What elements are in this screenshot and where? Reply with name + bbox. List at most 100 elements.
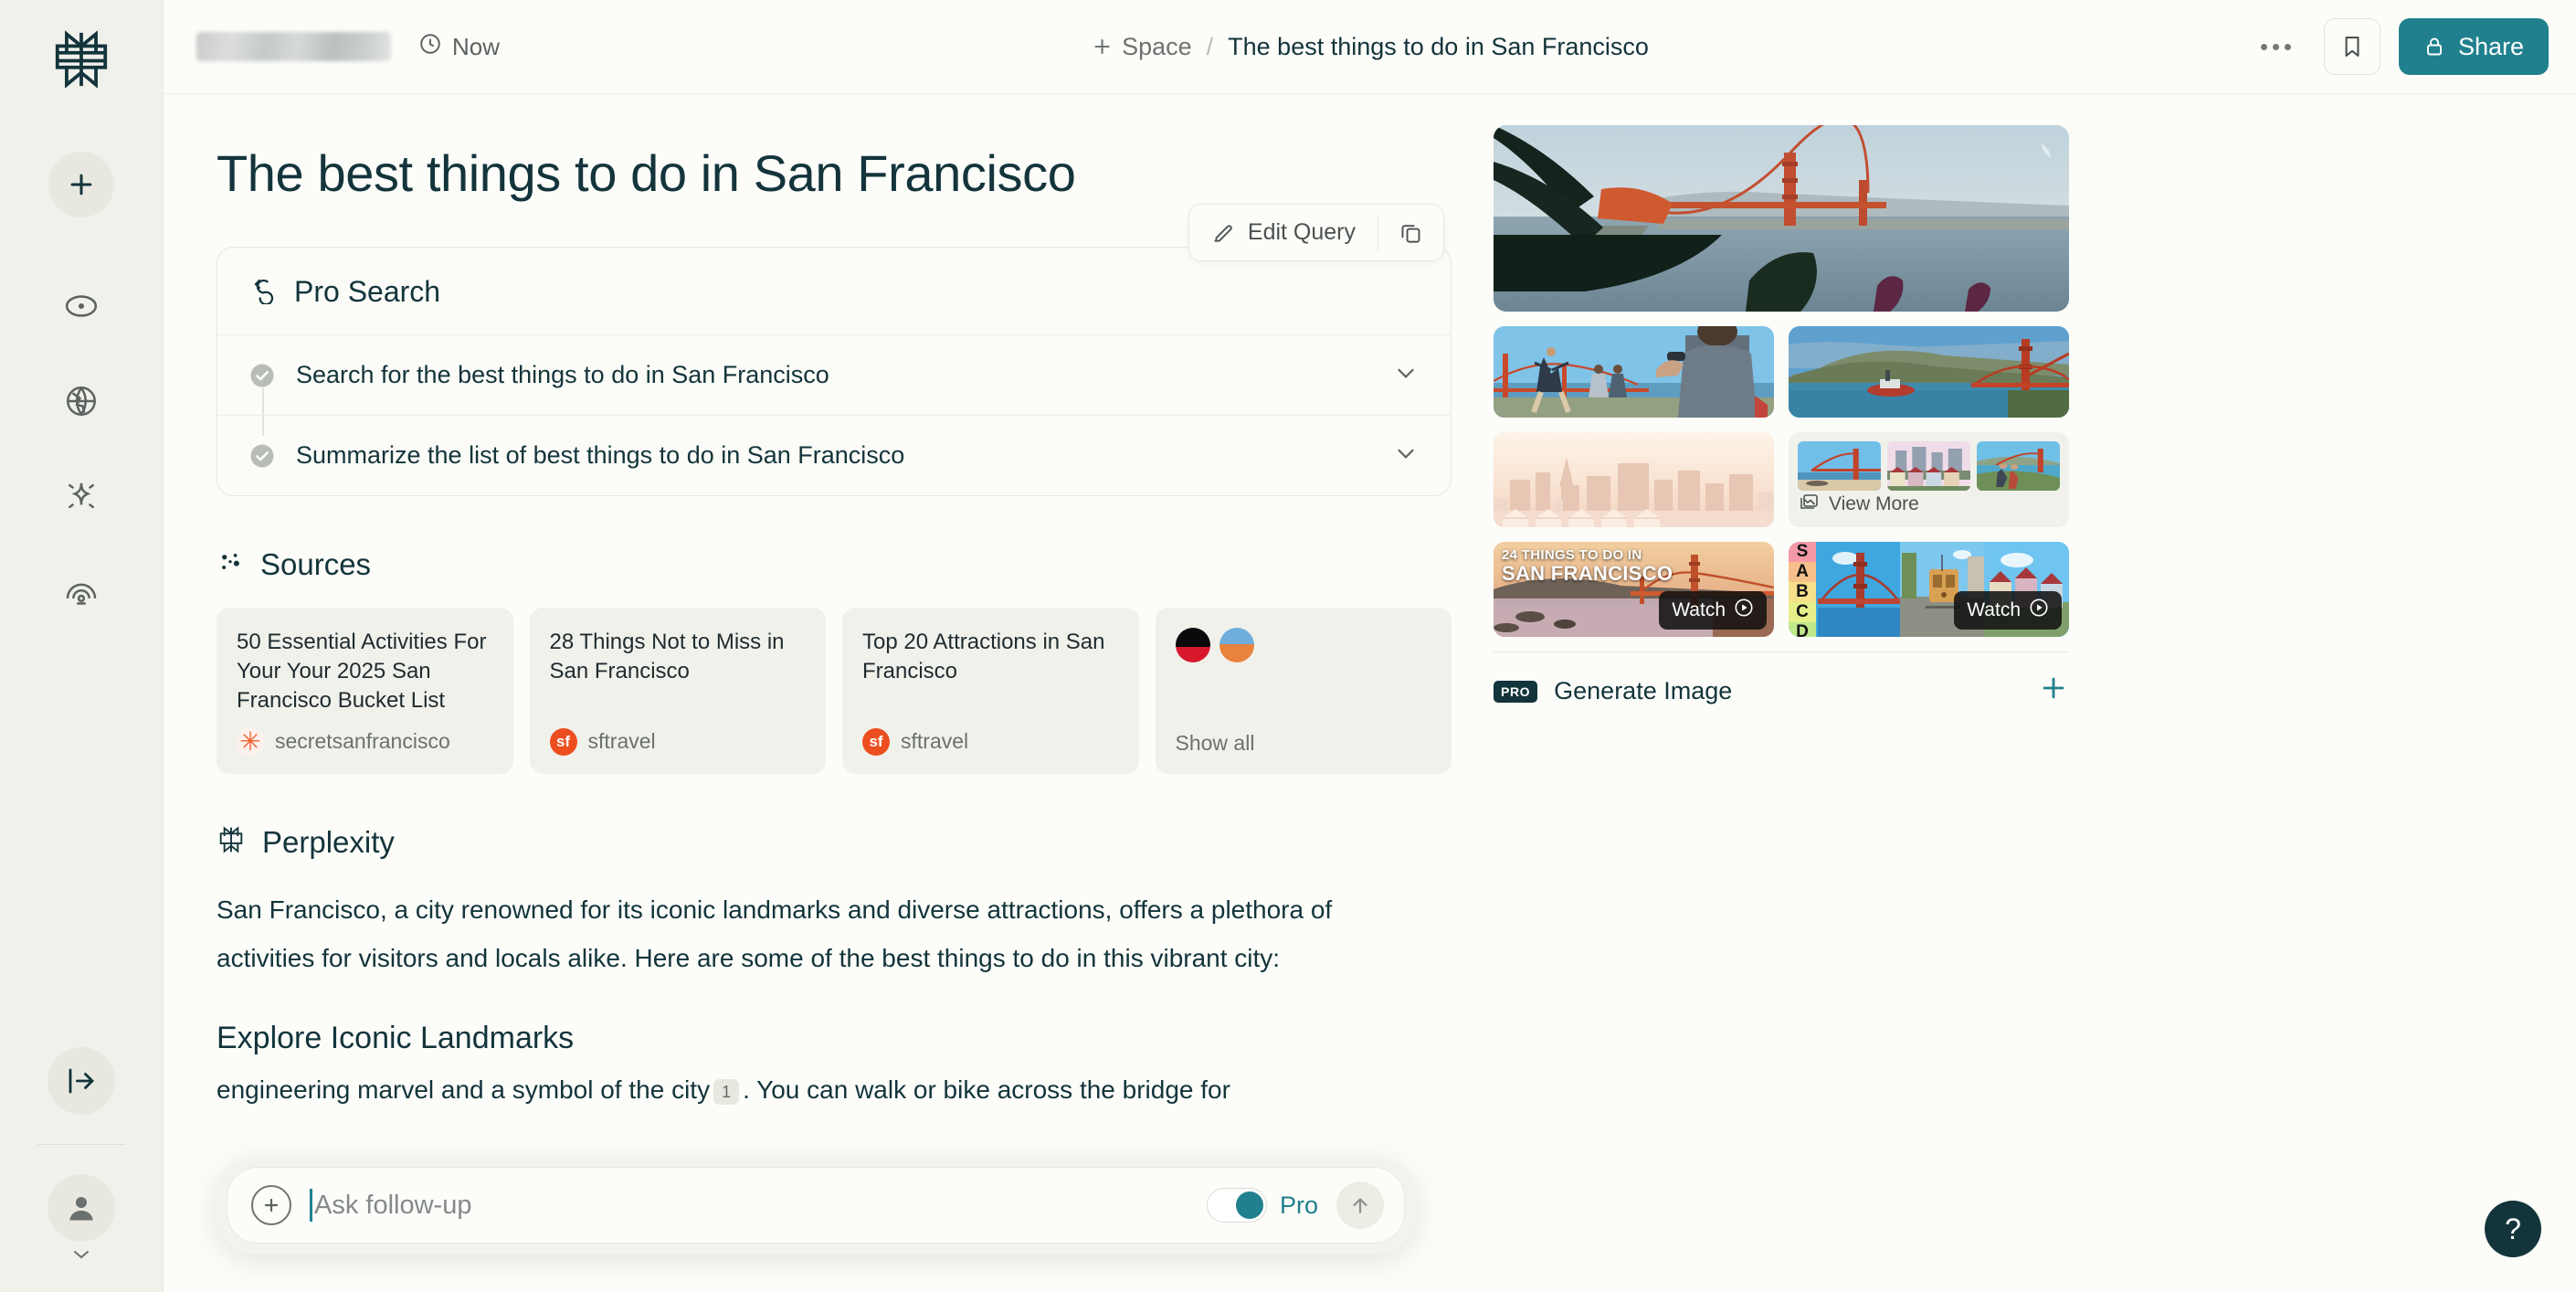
media-tile[interactable] xyxy=(1494,432,1774,527)
source-title: 50 Essential Activities For Your Your 20… xyxy=(237,630,487,713)
sidebar-nav xyxy=(57,281,106,616)
citation-badge[interactable]: 1 xyxy=(713,1078,740,1105)
watch-button[interactable]: Watch xyxy=(1954,591,2062,630)
share-button[interactable]: Share xyxy=(2398,18,2549,75)
globe-discover-icon[interactable] xyxy=(57,376,106,426)
sources-list: 50 Essential Activities For Your Your 20… xyxy=(216,608,1452,774)
pro-search-step[interactable]: Search for the best things to do in San … xyxy=(217,334,1451,436)
video-grid: 24 THINGS TO DO IN SAN FRANCISCO Watch S… xyxy=(1494,542,2069,637)
view-more-card[interactable]: View More xyxy=(1789,432,2069,527)
edit-query-button[interactable]: Edit Query xyxy=(1189,205,1378,260)
user-avatar-icon[interactable] xyxy=(48,1174,115,1242)
sidebar-bottom xyxy=(0,1047,163,1292)
library-icon[interactable] xyxy=(57,567,106,616)
pro-search-step-label: Search for the best things to do in San … xyxy=(296,361,829,388)
text-caret xyxy=(310,1189,312,1222)
copy-icon[interactable] xyxy=(1378,206,1443,259)
submit-button[interactable] xyxy=(1336,1181,1384,1229)
view-more-thumbs xyxy=(1798,441,2060,491)
pro-toggle-label: Pro xyxy=(1279,1191,1318,1219)
sources-header: Sources xyxy=(216,547,1452,582)
timestamp-label: Now xyxy=(452,32,501,60)
arrow-up-icon xyxy=(1353,1198,1367,1213)
perplexity-logo-icon[interactable] xyxy=(46,24,117,95)
source-title: Top 20 Attractions in San Francisco xyxy=(862,630,1105,683)
media-column: View More 24 THINGS TO DO IN SAN FRANCIS… xyxy=(1494,125,2069,1292)
topbar: Now Space / The best things to do in San… xyxy=(164,0,2576,94)
source-card[interactable]: Top 20 Attractions in San Francisco sf s… xyxy=(842,608,1139,774)
video-title-line1: 24 THINGS TO DO IN xyxy=(1502,547,1642,563)
pro-search-title: Pro Search xyxy=(294,275,441,308)
video-title-line2: SAN FRANCISCO xyxy=(1502,561,1673,585)
breadcrumb-title[interactable]: The best things to do in San Francisco xyxy=(1228,33,1649,61)
view-more-row[interactable]: View More xyxy=(1798,491,2060,518)
avatar xyxy=(1175,628,1210,662)
perplexity-answer-header: Perplexity xyxy=(216,825,1452,860)
pro-toggle[interactable] xyxy=(1206,1188,1267,1223)
source-card[interactable]: 28 Things Not to Miss in San Francisco s… xyxy=(529,608,826,774)
grade-letter: B xyxy=(1789,582,1816,602)
plus-icon[interactable] xyxy=(2038,672,2069,710)
toggle-knob xyxy=(1235,1191,1263,1219)
plus-circle-icon[interactable] xyxy=(251,1185,291,1225)
new-thread-button[interactable] xyxy=(48,152,114,217)
ellipsis-icon[interactable] xyxy=(2246,31,2306,63)
bookmark-icon[interactable] xyxy=(2323,18,2381,75)
plus-icon xyxy=(1094,38,1110,55)
thumbnail xyxy=(1887,441,1970,491)
media-tile[interactable] xyxy=(1789,326,2069,418)
followup-input-container[interactable]: Ask follow-up Pro xyxy=(227,1167,1405,1244)
video-title-overlay: 24 THINGS TO DO IN SAN FRANCISCO xyxy=(1502,548,1673,584)
thumbnail xyxy=(1798,441,1881,491)
breadcrumb-space-label: Space xyxy=(1122,32,1192,60)
sf-favicon: sf xyxy=(862,727,890,756)
generate-image-row[interactable]: PRO Generate Image xyxy=(1494,651,2069,710)
answer-continuation: engineering marvel and a symbol of the c… xyxy=(216,1065,1404,1114)
video-card[interactable]: 24 THINGS TO DO IN SAN FRANCISCO Watch xyxy=(1494,542,1774,637)
media-tile[interactable] xyxy=(1494,326,1774,418)
watch-button[interactable]: Watch xyxy=(1659,591,1767,630)
search-icon[interactable] xyxy=(57,281,106,331)
generate-image-label: Generate Image xyxy=(1554,677,1733,704)
source-title: 28 Things Not to Miss in San Francisco xyxy=(549,630,785,683)
answer-paragraph: San Francisco, a city renowned for its i… xyxy=(216,895,1333,972)
show-all-sources-card[interactable]: Show all xyxy=(1155,608,1452,774)
spaces-sparkle-icon[interactable] xyxy=(57,471,106,521)
expand-panel-icon[interactable] xyxy=(48,1047,115,1115)
search-input[interactable]: Ask follow-up xyxy=(310,1189,1188,1222)
view-more-label: View More xyxy=(1829,493,1919,514)
help-button[interactable]: ? xyxy=(2485,1201,2541,1257)
topbar-actions: Share xyxy=(2246,18,2549,75)
perplexity-answer-title: Perplexity xyxy=(262,824,395,859)
grade-letter: S xyxy=(1789,542,1816,562)
share-label: Share xyxy=(2457,32,2524,60)
avatar xyxy=(1219,628,1254,662)
sidebar xyxy=(0,0,164,1292)
check-circle-icon xyxy=(248,442,276,470)
chevron-down-icon[interactable] xyxy=(1392,439,1420,471)
show-all-label: Show all xyxy=(1175,730,1255,755)
pro-search-step[interactable]: Summarize the list of best things to do … xyxy=(217,415,1451,495)
chevron-down-icon[interactable] xyxy=(1392,359,1420,391)
pro-search-icon xyxy=(248,275,278,309)
hero-image[interactable] xyxy=(1494,125,2069,312)
source-domain: secretsanfrancisco xyxy=(275,729,450,754)
images-stack-icon xyxy=(1798,491,1820,518)
pro-toggle-group[interactable]: Pro xyxy=(1206,1188,1318,1223)
clock-icon xyxy=(418,32,442,62)
perplexity-app: Now Space / The best things to do in San… xyxy=(0,0,2576,1292)
main-area: Now Space / The best things to do in San… xyxy=(164,0,2576,1292)
user-account[interactable] xyxy=(48,1174,115,1266)
thumbnail xyxy=(1977,441,2060,491)
perplexity-icon xyxy=(216,825,246,859)
show-all-footer: Show all xyxy=(1176,718,1432,756)
sources-title: Sources xyxy=(260,547,372,581)
breadcrumb-add-space[interactable]: Space xyxy=(1091,33,1192,61)
play-circle-icon xyxy=(1734,598,1754,623)
video-card[interactable]: S A B C D Watch xyxy=(1789,542,2069,637)
answer-subheading: Explore Iconic Landmarks xyxy=(216,1021,575,1056)
source-card[interactable]: 50 Essential Activities For Your Your 20… xyxy=(216,608,513,774)
chevron-down-icon[interactable] xyxy=(70,1247,92,1266)
followup-bar: Ask follow-up Pro xyxy=(216,1157,1415,1254)
content: The best things to do in San Francisco E… xyxy=(164,94,2576,1292)
